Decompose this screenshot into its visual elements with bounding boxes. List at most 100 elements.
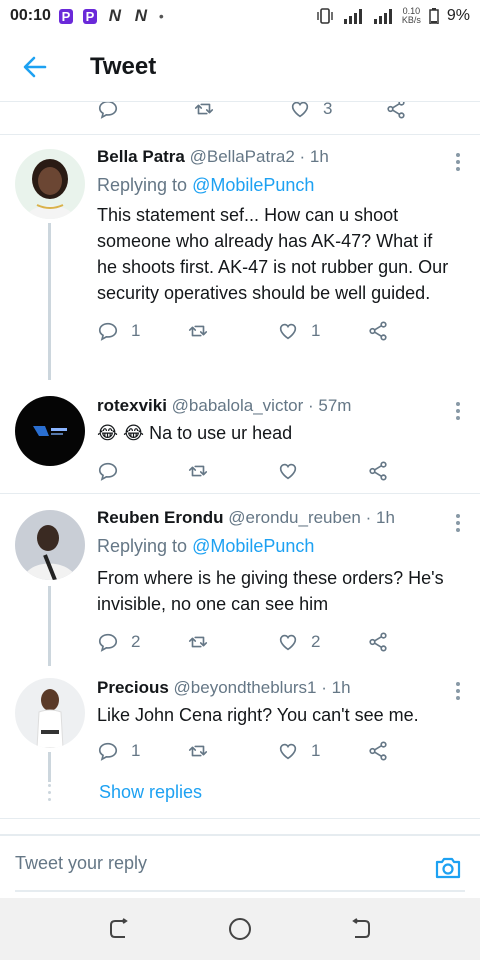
reply-count: 2	[131, 632, 141, 651]
back-button[interactable]	[0, 32, 70, 102]
like-button[interactable]: 3	[289, 102, 385, 120]
more-options-icon[interactable]	[454, 682, 462, 700]
reply-button[interactable]	[97, 102, 193, 120]
reply-tweet[interactable]: Bella Patra @BellaPatra2 · 1h Replying t…	[0, 135, 480, 380]
tweet-body: rotexviki @babalola_victor · 57m 😂 😂 Na …	[97, 396, 457, 486]
tweet-meta: Precious @beyondtheblurs1 · 1h	[97, 678, 457, 698]
tweet-text: Like John Cena right? You can't see me.	[97, 705, 419, 725]
share-button[interactable]	[367, 320, 457, 342]
tweet-actions-partial: 3	[97, 102, 480, 124]
more-notifications-dot: •	[158, 8, 164, 24]
reply-tweet[interactable]: Precious @beyondtheblurs1 · 1h Like John…	[0, 666, 480, 816]
reply-tweet[interactable]: Reuben Erondu @erondu_reuben · 1h Replyi…	[0, 494, 480, 666]
heart-icon	[279, 323, 297, 340]
camera-icon[interactable]	[434, 854, 462, 882]
replying-to-handle[interactable]: @MobilePunch	[192, 536, 314, 556]
notification-app-icon: N	[134, 6, 148, 25]
battery-percent: 9%	[446, 7, 470, 24]
reply-button[interactable]	[97, 460, 187, 482]
retweet-button[interactable]	[187, 460, 277, 482]
retweet-button[interactable]	[187, 320, 277, 342]
avatar[interactable]	[15, 510, 85, 580]
signal-icon	[343, 9, 362, 24]
home-icon[interactable]	[227, 916, 253, 942]
reply-button[interactable]: 1	[97, 740, 187, 762]
share-button[interactable]	[367, 740, 457, 762]
thread-line	[48, 223, 51, 380]
like-button[interactable]: 1	[277, 320, 367, 342]
reply-button[interactable]: 2	[97, 631, 187, 653]
avatar[interactable]	[15, 678, 85, 748]
tweet-body: Reuben Erondu @erondu_reuben · 1h Replyi…	[97, 508, 457, 657]
reply-button[interactable]: 1	[97, 320, 187, 342]
tweet-body: Precious @beyondtheblurs1 · 1h Like John…	[97, 678, 457, 766]
tweet-meta: rotexviki @babalola_victor · 57m	[97, 396, 457, 416]
like-button[interactable]: 1	[277, 740, 367, 762]
notification-app-icon: P	[82, 8, 97, 24]
thread-line	[48, 752, 51, 782]
more-options-icon[interactable]	[454, 153, 462, 171]
tweet-text: 😂 😂 Na to use ur head	[97, 423, 293, 443]
back-arrow-icon	[23, 56, 47, 77]
like-button[interactable]	[277, 460, 367, 482]
avatar-image	[15, 510, 85, 580]
heart-icon	[279, 743, 297, 760]
author-name[interactable]: Precious	[97, 678, 169, 697]
clock: 00:10	[10, 7, 51, 24]
like-count: 3	[323, 102, 333, 118]
heart-icon	[279, 634, 297, 651]
author-name[interactable]: Bella Patra	[97, 147, 185, 166]
share-icon	[369, 741, 387, 761]
reply-input[interactable]: Tweet your reply	[15, 836, 465, 892]
vibrate-icon	[317, 8, 333, 24]
share-button[interactable]	[385, 102, 480, 120]
replies-feed[interactable]: 3 Bella Patra @BellaPatra2 · 1h Replying…	[0, 102, 480, 834]
reply-icon	[98, 742, 118, 761]
tweet-actions	[97, 456, 457, 486]
more-options-icon[interactable]	[454, 402, 462, 420]
like-count: 1	[311, 321, 321, 340]
like-count: 1	[311, 741, 321, 760]
tweet-meta: Reuben Erondu @erondu_reuben · 1h	[97, 508, 457, 528]
share-icon	[369, 632, 387, 652]
avatar[interactable]	[15, 396, 85, 466]
heart-icon	[279, 463, 297, 480]
replying-to-label: Replying to	[97, 536, 193, 556]
reply-count: 1	[131, 741, 141, 760]
tweet-actions: 1 1	[97, 736, 457, 766]
tweet-meta: Bella Patra @BellaPatra2 · 1h	[97, 147, 457, 167]
divider	[0, 818, 480, 819]
avatar[interactable]	[15, 149, 85, 219]
tweet-text: From where is he giving these orders? He…	[97, 568, 444, 614]
share-button[interactable]	[367, 460, 457, 482]
author-name[interactable]: Reuben Erondu	[97, 508, 224, 527]
status-bar: 00:10 P P N N • 0.10 KB/s 9%	[0, 0, 480, 32]
show-replies-link[interactable]: Show replies	[99, 782, 202, 803]
signal-icon-2	[373, 9, 392, 24]
avatar-image	[15, 149, 85, 219]
reply-count: 1	[131, 321, 141, 340]
retweet-icon	[188, 636, 208, 648]
author-name[interactable]: rotexviki	[97, 396, 167, 415]
like-button[interactable]: 2	[277, 631, 367, 653]
author-handle: @erondu_reuben	[228, 508, 361, 527]
replying-to-handle[interactable]: @MobilePunch	[192, 175, 314, 195]
retweet-button[interactable]	[187, 631, 277, 653]
more-options-icon[interactable]	[454, 514, 462, 532]
replying-to: Replying to @MobilePunch	[97, 175, 457, 196]
reply-icon	[98, 462, 118, 481]
tweet-time: · 1h	[299, 147, 329, 166]
share-button[interactable]	[367, 631, 457, 653]
network-speed: 0.10 KB/s	[401, 6, 421, 25]
retweet-button[interactable]	[187, 740, 277, 762]
system-nav-bar	[0, 898, 480, 960]
heart-icon	[291, 102, 309, 118]
recent-apps-icon[interactable]	[107, 916, 133, 942]
retweet-button[interactable]	[193, 102, 289, 120]
tweet-time: · 1h	[365, 508, 395, 527]
back-nav-icon[interactable]	[347, 916, 373, 942]
tweet-body: Bella Patra @BellaPatra2 · 1h Replying t…	[97, 147, 457, 346]
reply-tweet[interactable]: rotexviki @babalola_victor · 57m 😂 😂 Na …	[0, 380, 480, 492]
notification-app-icon: P	[58, 8, 73, 24]
tweet-actions: 1 1	[97, 316, 457, 346]
